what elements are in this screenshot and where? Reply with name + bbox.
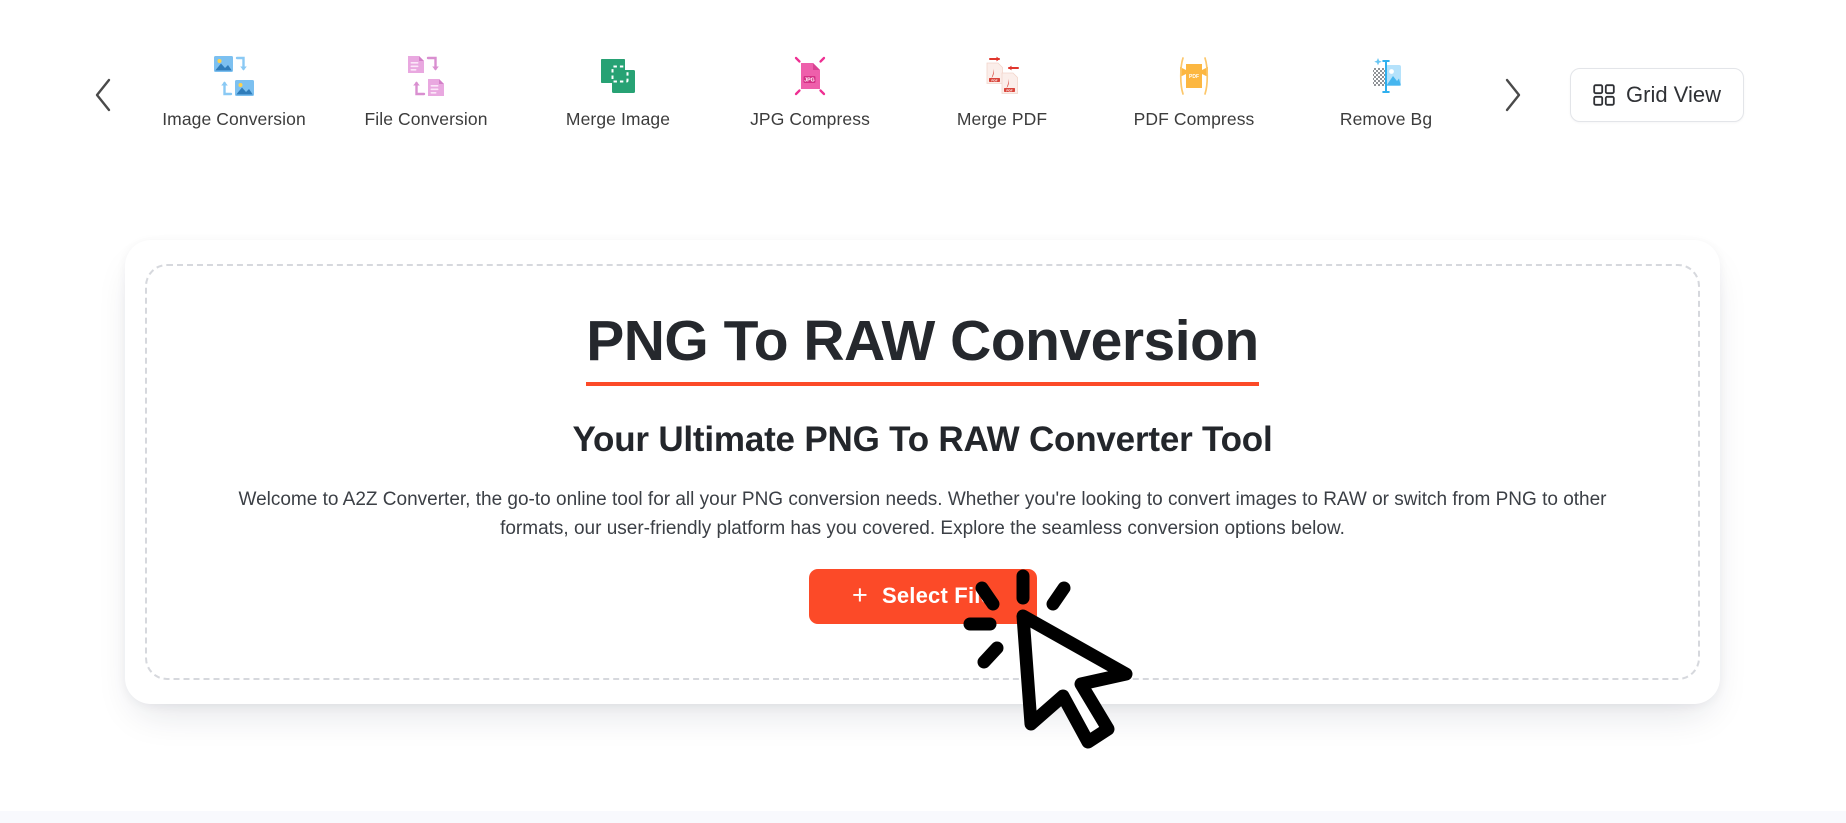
file-conversion-icon bbox=[402, 52, 450, 100]
nav-item-label: Image Conversion bbox=[162, 109, 306, 129]
nav-prev-button[interactable] bbox=[82, 74, 124, 116]
nav-item-remove-bg[interactable]: Remove Bg bbox=[1290, 52, 1482, 130]
jpg-compress-icon: JPG bbox=[786, 52, 834, 100]
select-file-label: Select File bbox=[881, 583, 993, 609]
tool-nav-bar: Image Conversion File Conversion Merge I… bbox=[0, 0, 1846, 180]
page-title: PNG To RAW Conversion bbox=[586, 309, 1259, 373]
svg-text:JPG: JPG bbox=[804, 78, 814, 84]
page-subtitle: Your Ultimate PNG To RAW Converter Tool bbox=[572, 419, 1273, 459]
select-file-button[interactable]: + Select File bbox=[808, 568, 1037, 624]
nav-next-button[interactable] bbox=[1492, 74, 1534, 116]
chevron-left-icon bbox=[92, 77, 114, 113]
page-title-underline-wrap: PNG To RAW Conversion bbox=[586, 309, 1259, 386]
nav-item-pdf-compress[interactable]: PDF PDF Compress bbox=[1098, 52, 1290, 130]
plus-icon: + bbox=[852, 579, 868, 610]
merge-image-icon bbox=[594, 52, 642, 100]
nav-item-label: Remove Bg bbox=[1339, 109, 1433, 129]
nav-item-merge-image[interactable]: Merge Image bbox=[522, 52, 714, 130]
nav-item-jpg-compress[interactable]: JPG JPG Compress bbox=[714, 52, 906, 130]
pdf-compress-icon: PDF bbox=[1170, 52, 1218, 100]
nav-item-image-conversion[interactable]: Image Conversion bbox=[138, 52, 330, 130]
svg-text:PDF: PDF bbox=[1006, 88, 1012, 92]
grid-view-label: Grid View bbox=[1626, 82, 1721, 107]
nav-item-label: Merge Image bbox=[565, 109, 671, 129]
remove-bg-icon bbox=[1362, 52, 1410, 100]
chevron-right-icon bbox=[1502, 77, 1524, 113]
grid-icon bbox=[1593, 84, 1615, 106]
page-description: Welcome to A2Z Converter, the go-to onli… bbox=[238, 488, 1607, 540]
nav-item-label: Merge PDF bbox=[956, 109, 1048, 129]
grid-view-button[interactable]: Grid View bbox=[1570, 68, 1744, 122]
nav-item-merge-pdf[interactable]: PDF PDF Merge PDF bbox=[906, 52, 1098, 130]
svg-text:PDF: PDF bbox=[1189, 74, 1199, 80]
tool-nav-items: Image Conversion File Conversion Merge I… bbox=[138, 52, 1482, 130]
nav-item-label: JPG Compress bbox=[750, 109, 870, 129]
nav-item-label: PDF Compress bbox=[1133, 109, 1255, 129]
file-dropzone[interactable]: PNG To RAW Conversion Your Ultimate PNG … bbox=[145, 264, 1700, 680]
page-root: Image Conversion File Conversion Merge I… bbox=[0, 0, 1846, 823]
image-conversion-icon bbox=[210, 52, 258, 100]
nav-item-label: File Conversion bbox=[364, 109, 488, 129]
merge-pdf-icon: PDF PDF bbox=[978, 52, 1026, 100]
bottom-band bbox=[0, 811, 1846, 823]
hero-card: PNG To RAW Conversion Your Ultimate PNG … bbox=[125, 240, 1720, 704]
svg-text:PDF: PDF bbox=[991, 78, 997, 82]
nav-item-file-conversion[interactable]: File Conversion bbox=[330, 52, 522, 130]
